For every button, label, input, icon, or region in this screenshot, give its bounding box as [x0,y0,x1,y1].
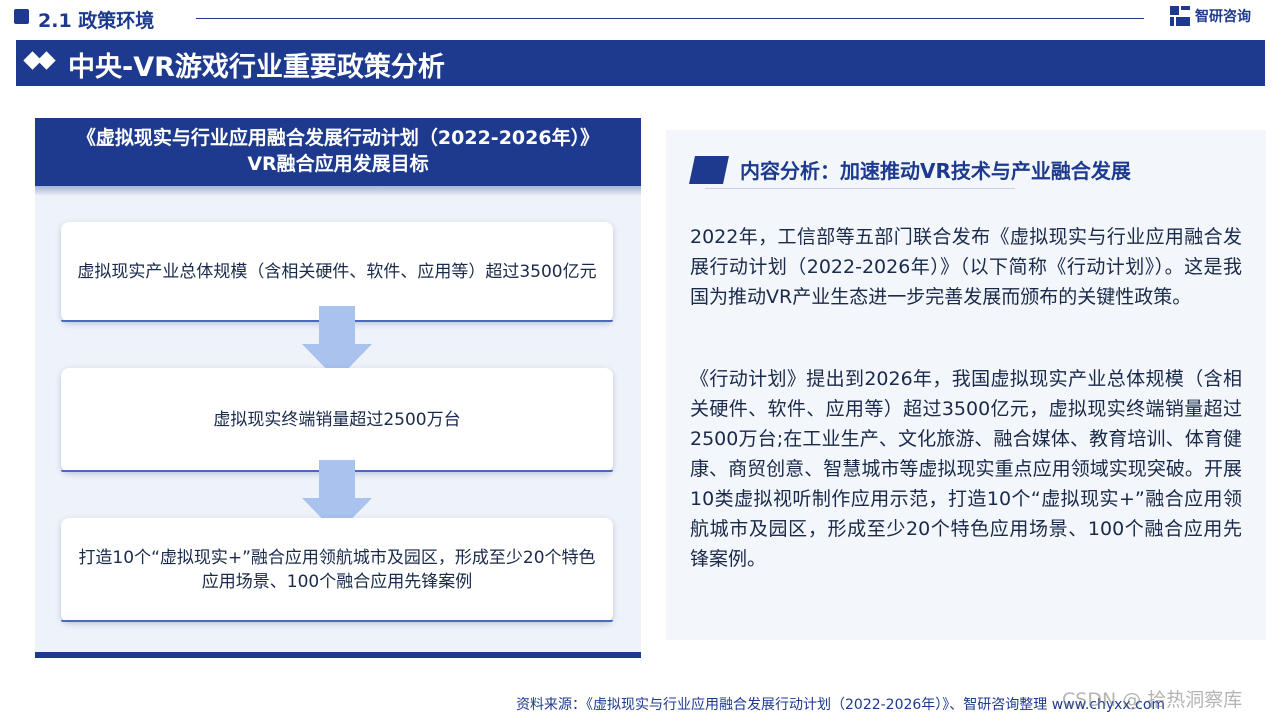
goals-panel-footer-bar [35,652,641,658]
title-accent-icon [689,156,729,184]
goals-panel-header-shadow [35,186,641,196]
section-marker [14,9,29,24]
brand-logo-icon [1170,6,1190,26]
brand-logo: 智研咨询 [1170,6,1251,26]
page-title: 中央-VR游戏行业重要政策分析 [68,52,445,83]
goal-card-2: 虚拟现实终端销量超过2500万台 [61,368,613,472]
goals-panel-header: 《虚拟现实与行业应用融合发展行动计划（2022-2026年）》 VR融合应用发展… [35,118,641,186]
watermark-text: CSDN @ 拾热洞察库 [1062,689,1243,711]
goal-text: 虚拟现实产业总体规模（含相关硬件、软件、应用等）超过3500亿元 [77,262,597,282]
analysis-paragraph-2: 《行动计划》提出到2026年，我国虚拟现实产业总体规模（含相关硬件、软件、应用等… [690,368,1242,570]
diamond-icon [37,51,56,70]
top-bar: 2.1 政策环境 智研咨询 [0,0,1281,40]
section-title: 2.1 政策环境 [38,10,155,32]
title-banner: 中央-VR游戏行业重要政策分析 [16,40,1265,86]
goal-text: 虚拟现实终端销量超过2500万台 [213,410,461,430]
goals-panel-header-line1: 《虚拟现实与行业应用融合发展行动计划（2022-2026年）》 [76,127,600,149]
goals-panel-header-line2: VR融合应用发展目标 [247,153,429,175]
analysis-title-underline [705,188,1015,189]
analysis-paragraph-1: 2022年，工信部等五部门联合发布《虚拟现实与行业应用融合发展行动计划（2022… [690,226,1242,308]
goal-card-3: 打造10个“虚拟现实+”融合应用领航城市及园区，形成至少20个特色应用场景、10… [61,518,613,622]
top-divider [196,18,1144,19]
brand-name: 智研咨询 [1195,9,1251,25]
analysis-title: 内容分析：加速推动VR技术与产业融合发展 [740,159,1131,183]
goal-text: 打造10个“虚拟现实+”融合应用领航城市及园区，形成至少20个特色应用场景、10… [78,548,596,592]
